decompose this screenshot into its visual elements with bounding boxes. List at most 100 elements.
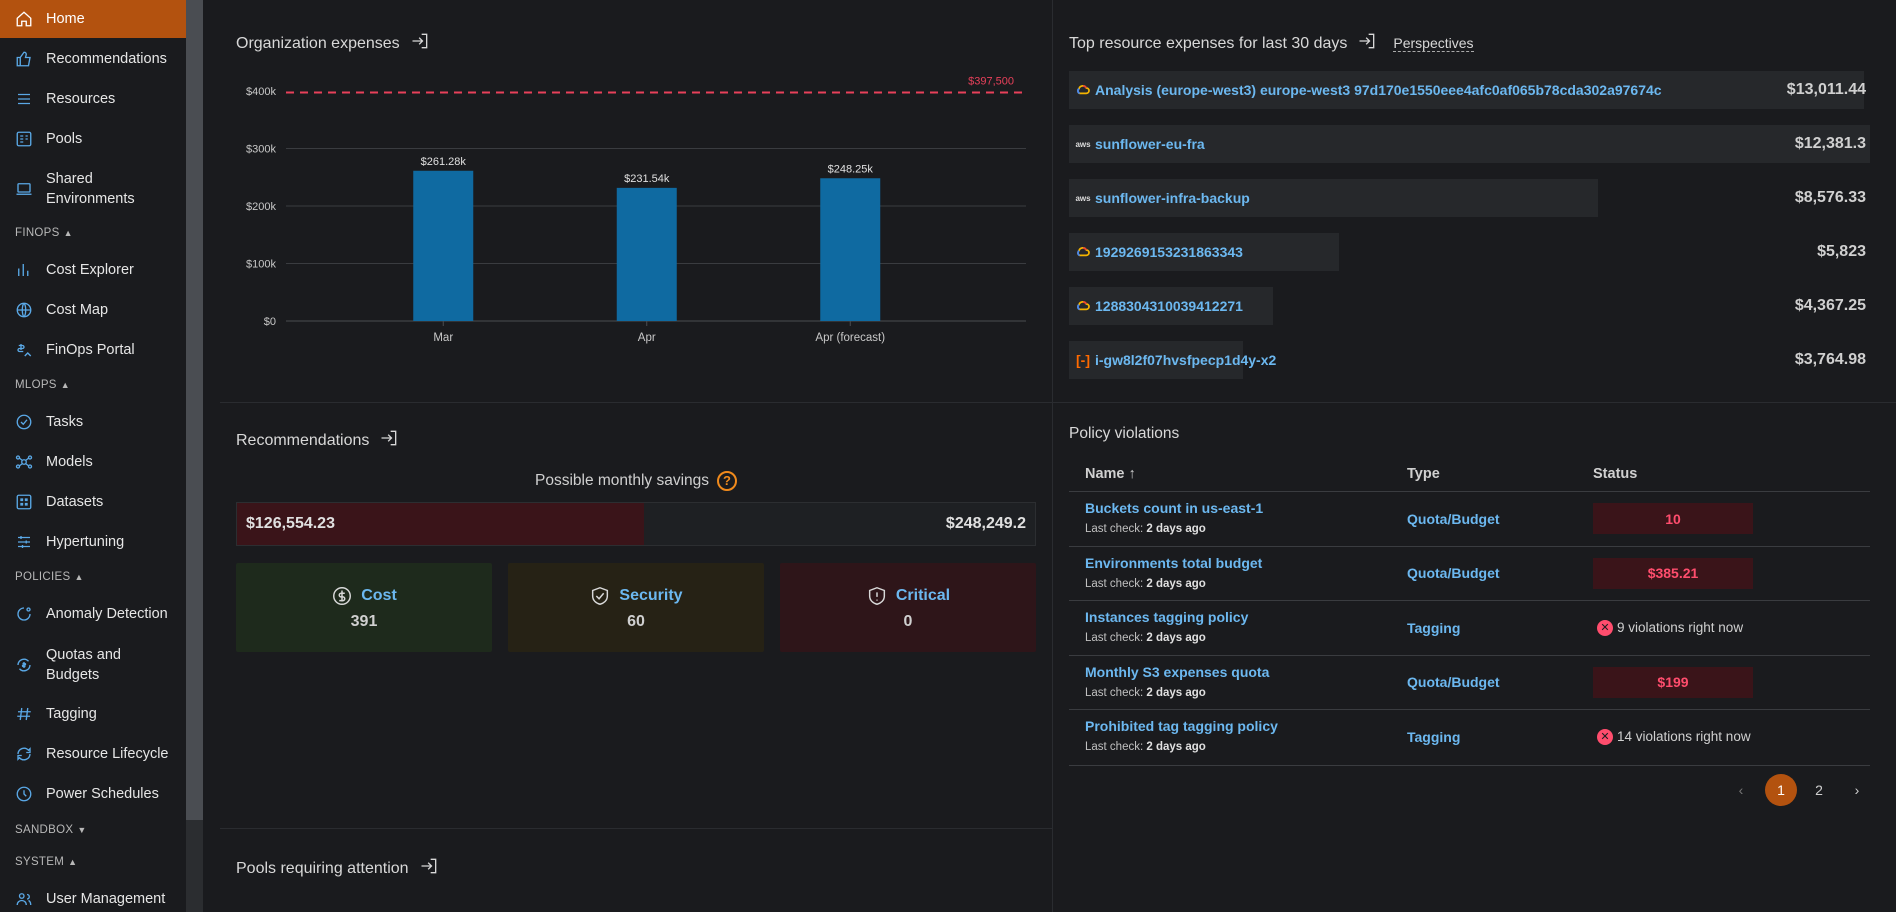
resource-name[interactable]: 1288304310039412271 (1075, 287, 1243, 325)
last-check-label: Last check: (1085, 632, 1144, 644)
col-header-status[interactable]: Status (1593, 466, 1637, 482)
resource-row[interactable]: 1288304310039412271 $4,367.25 (1069, 287, 1870, 325)
sliders-icon (14, 532, 34, 552)
column-divider (1052, 0, 1053, 912)
section-finops[interactable]: FINOPS ▲ (15, 227, 73, 239)
x-tick-label: Mar (433, 332, 453, 344)
table-row: Prohibited tag tagging policy Last check:… (1069, 709, 1870, 763)
perspectives-link[interactable]: Perspectives (1393, 35, 1474, 52)
panel-title-text: Recommendations (236, 431, 370, 449)
threshold-label: $397,500 (968, 75, 1014, 87)
resource-name[interactable]: [-] i-gw8l2f07hvsfpecp1d4y-x2 (1075, 341, 1276, 379)
sidebar-item-power-schedules[interactable]: Power Schedules (0, 775, 186, 813)
policy-name-link[interactable]: Instances tagging policy (1085, 609, 1248, 625)
caret-up-icon: ▲ (63, 228, 73, 238)
sidebar-item-finops-portal[interactable]: FinOps Portal (0, 331, 186, 369)
policy-type-link[interactable]: Quota/Budget (1407, 656, 1500, 709)
policy-type-link[interactable]: Tagging (1407, 710, 1460, 763)
policy-name-link[interactable]: Environments total budget (1085, 555, 1262, 571)
sidebar-item-home[interactable]: Home (0, 0, 186, 38)
clock-icon (14, 784, 34, 804)
cost-card[interactable]: Cost 391 (236, 563, 492, 652)
sidebar: Home Recommendations Resources Pools Sha… (0, 0, 186, 912)
sidebar-item-user-management[interactable]: User Management (0, 880, 186, 912)
resource-row[interactable]: Analysis (europe-west3) europe-west3 97d… (1069, 71, 1870, 109)
status-badge: $199 (1593, 666, 1753, 698)
col-header-name[interactable]: Name ↑ (1085, 466, 1136, 482)
sidebar-item-cost-explorer[interactable]: Cost Explorer (0, 251, 186, 289)
section-sandbox[interactable]: SANDBOX ▼ (15, 824, 87, 836)
resource-cost: $12,381.3 (1794, 135, 1866, 152)
last-check-label: Last check: (1085, 523, 1144, 535)
sidebar-item-label: Budgets (46, 667, 100, 683)
sidebar-item-cost-map[interactable]: Cost Map (0, 291, 186, 329)
last-check-value: 2 days ago (1146, 632, 1206, 644)
sidebar-item-quotas-budgets[interactable]: Quotas and Budgets (0, 640, 186, 690)
resource-name[interactable]: 192926915323186334​3 (1075, 233, 1243, 271)
open-link-icon[interactable] (1357, 31, 1377, 56)
resource-cost: $5,823 (1817, 243, 1866, 260)
sidebar-item-recommendations[interactable]: Recommendations (0, 40, 186, 78)
resource-row[interactable]: [-] i-gw8l2f07hvsfpecp1d4y-x2 $3,764.98 (1069, 341, 1870, 379)
resource-cost: $8,576.33 (1794, 189, 1866, 206)
col-header-label: Name (1085, 466, 1125, 482)
help-icon[interactable]: ? (717, 471, 738, 491)
y-tick-label: $0 (264, 316, 276, 328)
sidebar-item-label: Home (46, 11, 85, 27)
sidebar-item-shared-environments[interactable]: Shared Environments (0, 164, 186, 214)
policy-type-link[interactable]: Quota/Budget (1407, 492, 1500, 545)
last-check-value: 2 days ago (1146, 577, 1206, 590)
policy-type-link[interactable]: Quota/Budget (1407, 547, 1500, 600)
section-system[interactable]: SYSTEM ▲ (15, 856, 77, 868)
row-divider (220, 402, 1896, 403)
card-label: Cost (361, 586, 397, 604)
prev-page-button[interactable]: ‹ (1725, 774, 1757, 806)
col-header-type[interactable]: Type (1407, 466, 1440, 482)
policy-name-link[interactable]: Prohibited tag tagging policy (1085, 718, 1278, 734)
critical-card[interactable]: Critical 0 (780, 563, 1036, 652)
users-icon (14, 889, 34, 909)
dollar-trend-icon (14, 340, 34, 360)
open-link-icon[interactable] (410, 31, 430, 56)
resource-name[interactable]: aws sunflower-infra-backup (1075, 179, 1249, 217)
page-2-button[interactable]: 2 (1803, 774, 1835, 806)
sidebar-item-anomaly-detection[interactable]: Anomaly Detection (0, 595, 186, 633)
sidebar-item-pools[interactable]: Pools (0, 120, 186, 158)
sidebar-item-label: Datasets (46, 494, 104, 510)
section-label: MLOPS (15, 379, 57, 391)
policy-name-link[interactable]: Buckets count in us-east-1 (1085, 500, 1263, 516)
recommendations-title: Recommendations (236, 428, 399, 453)
resource-row[interactable]: aws sunflower-infra-backup $8,576.33 (1069, 179, 1870, 217)
resource-name[interactable]: aws sunflower-eu-fra (1075, 125, 1204, 163)
error-circle-icon: ✕ (1597, 728, 1613, 745)
page-1-button[interactable]: 1 (1765, 774, 1797, 806)
security-card[interactable]: Security 60 (508, 563, 764, 652)
resource-row[interactable]: aws sunflower-eu-fra $12,381.3 (1069, 125, 1870, 163)
sidebar-item-label: Hypertuning (46, 534, 125, 550)
sidebar-scrollbar[interactable] (186, 0, 203, 912)
section-policies[interactable]: POLICIES ▲ (15, 571, 84, 583)
open-link-icon[interactable] (379, 428, 399, 453)
sidebar-item-models[interactable]: Models (0, 443, 186, 481)
policy-type-link[interactable]: Tagging (1407, 601, 1460, 654)
y-tick-label: $400k (246, 86, 276, 98)
section-mlops[interactable]: MLOPS ▲ (15, 379, 70, 391)
list-icon (14, 89, 34, 109)
next-page-button[interactable]: › (1841, 774, 1873, 806)
resource-name[interactable]: Analysis (europe-west3) europe-west3 97d… (1075, 71, 1662, 109)
sidebar-item-resource-lifecycle[interactable]: Resource Lifecycle (0, 735, 186, 773)
sidebar-item-datasets[interactable]: Datasets (0, 483, 186, 521)
sidebar-item-hypertuning[interactable]: Hypertuning (0, 523, 186, 561)
open-link-icon[interactable] (419, 856, 439, 881)
sidebar-item-tagging[interactable]: Tagging (0, 695, 186, 733)
resource-cost: $13,011.44 (1786, 81, 1866, 98)
aws-icon: aws (1075, 139, 1091, 149)
sidebar-item-resources[interactable]: Resources (0, 80, 186, 118)
alibaba-icon: [-] (1076, 352, 1090, 368)
savings-value: $126,554.23 (246, 515, 335, 532)
resource-row[interactable]: 192926915323186334​3 $5,823 (1069, 233, 1870, 271)
sidebar-item-label: Pools (46, 131, 83, 147)
sidebar-item-tasks[interactable]: Tasks (0, 403, 186, 441)
policy-name-link[interactable]: Monthly S3 expenses quota (1085, 664, 1269, 680)
scrollbar-thumb[interactable] (186, 0, 203, 820)
